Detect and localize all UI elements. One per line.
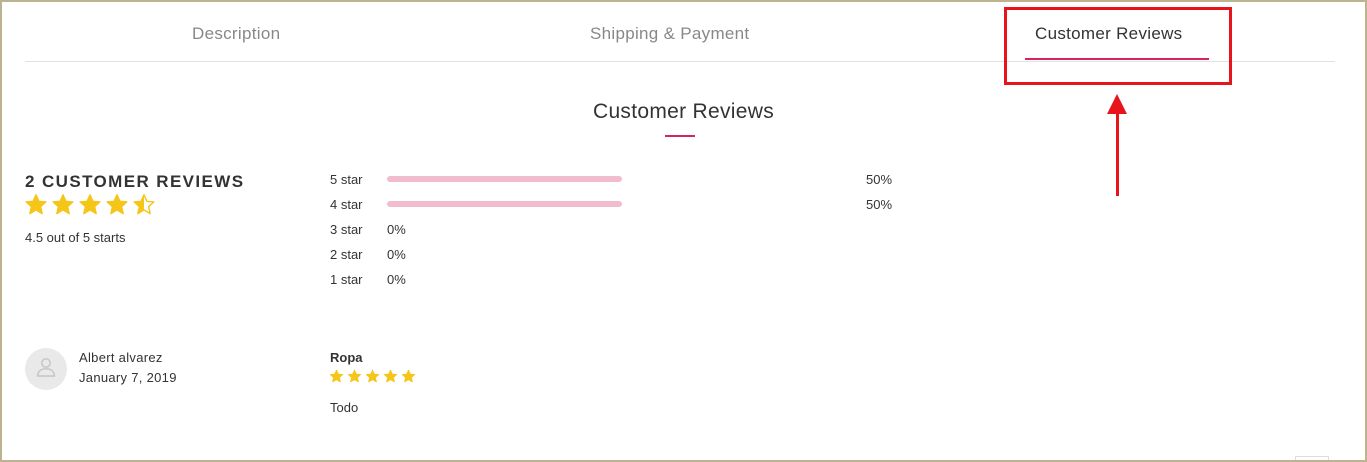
scroll-to-top-button[interactable]	[1295, 456, 1329, 460]
average-rating-text: 4.5 out of 5 starts	[25, 230, 126, 245]
rating-row-percent: 50%	[866, 172, 893, 187]
user-icon	[34, 355, 58, 384]
star-full-icon	[79, 194, 101, 215]
tab-description[interactable]: Description	[192, 24, 280, 44]
reviewer-name: Albert alvarez	[79, 350, 163, 365]
rating-distribution: 5 star 50% 4 star 50% 3 star 0% 2 star 0…	[330, 170, 930, 295]
star-full-icon	[106, 194, 128, 215]
star-full-icon	[329, 369, 344, 383]
rating-row-label: 4 star	[330, 197, 363, 212]
rating-row-4[interactable]: 4 star 50%	[330, 195, 930, 220]
review-count-title: 2 CUSTOMER REVIEWS	[25, 172, 245, 191]
review-title: Ropa	[330, 350, 363, 365]
average-rating-stars	[24, 193, 156, 217]
star-full-icon	[347, 369, 362, 383]
star-full-icon	[25, 194, 47, 215]
rating-row-label: 5 star	[330, 172, 363, 187]
rating-row-percent: 0%	[387, 222, 406, 237]
product-tabs-panel: Description Shipping & Payment Customer …	[2, 2, 1365, 460]
rating-row-label: 3 star	[330, 222, 363, 237]
star-full-icon	[383, 369, 398, 383]
reviewer-avatar	[25, 348, 67, 390]
star-full-icon	[52, 194, 74, 215]
section-title-underline	[665, 135, 695, 137]
rating-row-percent: 50%	[866, 197, 893, 212]
rating-row-2[interactable]: 2 star 0%	[330, 245, 930, 270]
rating-bar-fill	[387, 176, 622, 182]
star-full-icon	[401, 369, 416, 383]
star-full-icon	[365, 369, 380, 383]
rating-bar-track	[387, 201, 857, 207]
rating-row-percent: 0%	[387, 247, 406, 262]
review-rating-stars	[329, 369, 416, 384]
rating-row-5[interactable]: 5 star 50%	[330, 170, 930, 195]
rating-row-percent: 0%	[387, 272, 406, 287]
review-body: Todo	[330, 400, 359, 415]
rating-row-label: 1 star	[330, 272, 363, 287]
annotation-highlight-box	[1004, 7, 1232, 85]
review-date: January 7, 2019	[79, 370, 177, 385]
rating-row-3[interactable]: 3 star 0%	[330, 220, 930, 245]
star-half-icon	[133, 194, 155, 215]
section-title: Customer Reviews	[592, 100, 774, 123]
rating-row-label: 2 star	[330, 247, 363, 262]
tab-shipping-payment[interactable]: Shipping & Payment	[590, 24, 749, 44]
rating-bar-fill	[387, 201, 622, 207]
rating-bar-track	[387, 176, 857, 182]
rating-row-1[interactable]: 1 star 0%	[330, 270, 930, 295]
